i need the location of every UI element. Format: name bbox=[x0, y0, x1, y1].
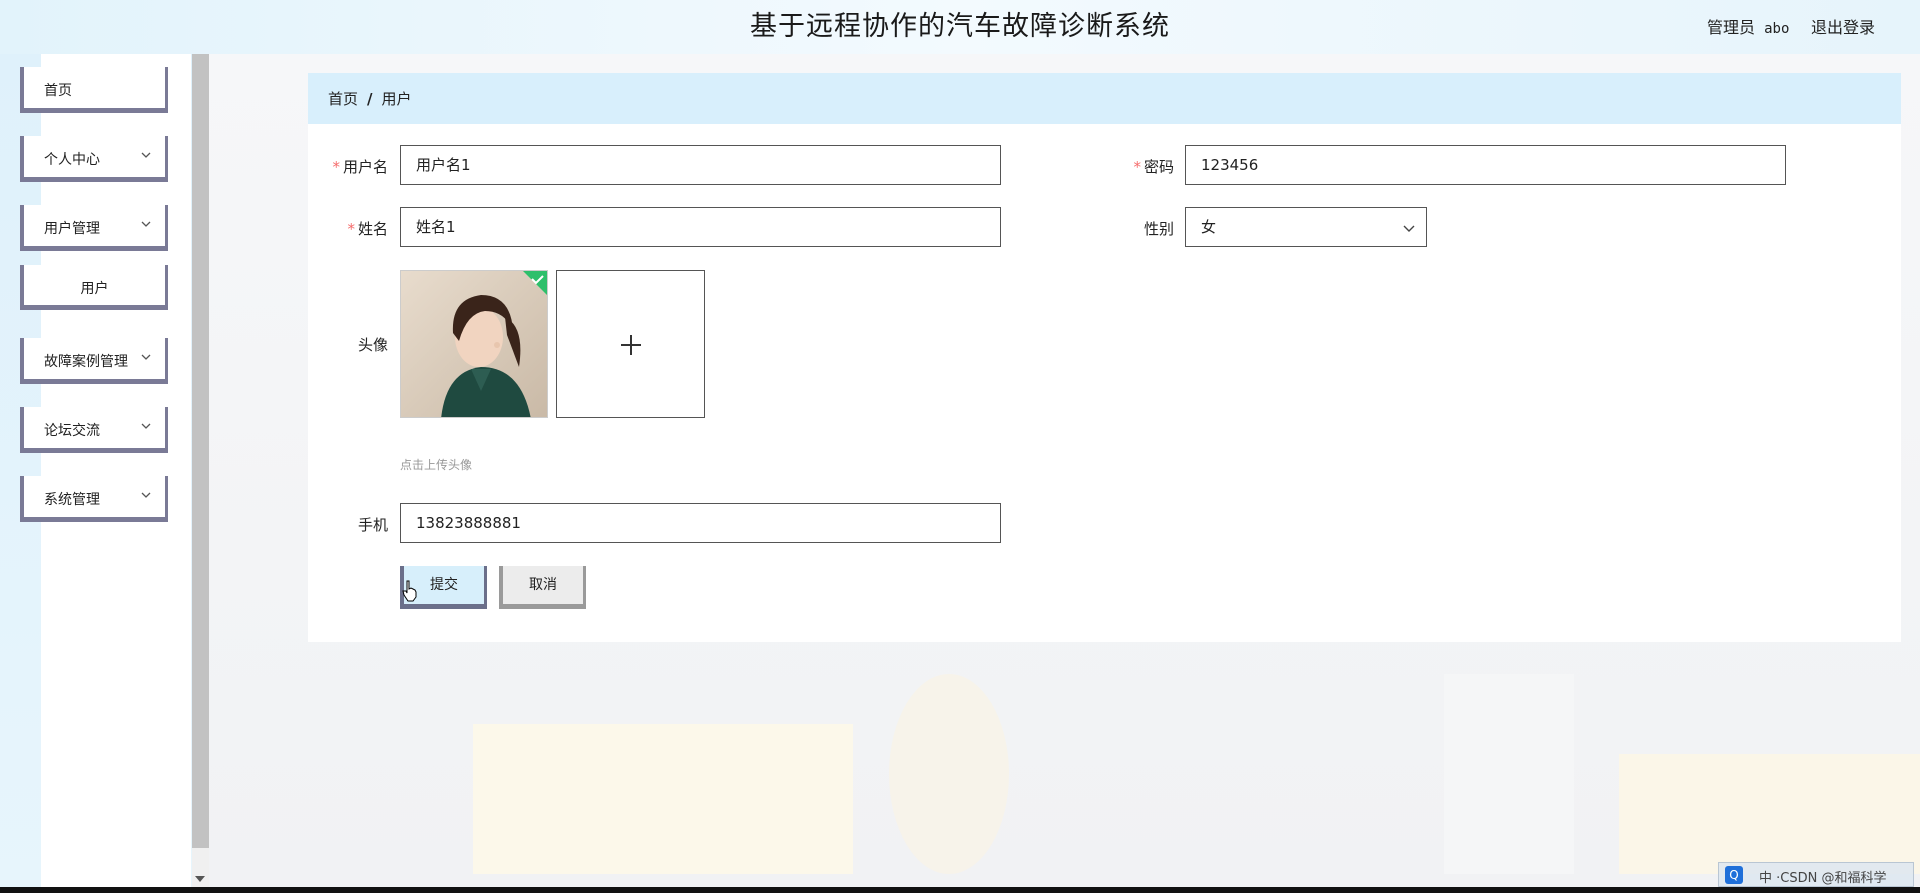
admin-username: abo bbox=[1764, 21, 1790, 37]
sidebar-item-label: 论坛交流 bbox=[44, 423, 100, 439]
breadcrumb-current: 用户 bbox=[381, 90, 412, 108]
chevron-down-icon bbox=[141, 152, 151, 158]
ime-status-text: 中 ·CSDN @和福科学 bbox=[1759, 871, 1887, 886]
password-input[interactable]: 123456 bbox=[1185, 145, 1786, 185]
avatar-label: 头像 bbox=[357, 336, 388, 354]
hand-cursor-icon bbox=[402, 580, 417, 602]
sidebar-item-label: 用户 bbox=[80, 281, 109, 297]
plus-icon-vertical bbox=[630, 335, 632, 355]
name-input[interactable]: 姓名1 bbox=[400, 207, 1001, 247]
breadcrumb-separator: / bbox=[367, 90, 373, 108]
avatar-upload-button[interactable] bbox=[556, 270, 705, 418]
cancel-button[interactable]: 取消 bbox=[499, 566, 586, 609]
app-title: 基于远程协作的汽车故障诊断系统 bbox=[750, 11, 1170, 42]
chevron-down-icon bbox=[141, 354, 151, 360]
sidebar-subitem-users[interactable]: 用户 bbox=[20, 265, 168, 310]
username-input[interactable]: 用户名1 bbox=[400, 145, 1001, 185]
sidebar-item-fault-cases[interactable]: 故障案例管理 bbox=[20, 338, 168, 384]
ime-logo-icon: Q bbox=[1725, 866, 1743, 884]
bottom-edge bbox=[0, 887, 1920, 893]
decor-block bbox=[473, 724, 853, 874]
top-header: 基于远程协作的汽车故障诊断系统 管理员 abo 退出登录 bbox=[0, 0, 1920, 54]
sidebar-scrollbar[interactable] bbox=[192, 54, 209, 888]
sidebar-item-label: 首页 bbox=[44, 83, 72, 99]
admin-role: 管理员 bbox=[1707, 18, 1756, 37]
sidebar-item-forum[interactable]: 论坛交流 bbox=[20, 407, 168, 453]
required-star: * bbox=[1133, 158, 1141, 176]
gender-select[interactable]: 女 bbox=[1185, 207, 1427, 247]
sidebar-item-label: 个人中心 bbox=[44, 152, 100, 168]
decor-block bbox=[1619, 754, 1920, 874]
decor-cylinder bbox=[1444, 674, 1574, 874]
required-star: * bbox=[332, 158, 340, 176]
phone-label: 手机 bbox=[357, 516, 388, 534]
sidebar-item-home[interactable]: 首页 bbox=[20, 67, 168, 113]
chevron-down-icon bbox=[141, 492, 151, 498]
sidebar-item-label: 用户管理 bbox=[44, 221, 100, 237]
ime-indicator[interactable]: Q 中 ·CSDN @和福科学 bbox=[1718, 862, 1914, 887]
phone-input[interactable]: 13823888881 bbox=[400, 503, 1001, 543]
avatar-upload-hint: 点击上传头像 bbox=[400, 458, 473, 472]
sidebar-item-system-management[interactable]: 系统管理 bbox=[20, 476, 168, 522]
admin-info: 管理员 abo bbox=[1707, 14, 1789, 38]
avatar-photo bbox=[401, 271, 547, 417]
sidebar-item-label: 故障案例管理 bbox=[44, 354, 128, 370]
breadcrumb-home[interactable]: 首页 bbox=[328, 90, 358, 108]
password-label: * 密码 bbox=[1133, 158, 1174, 176]
chevron-down-icon bbox=[1403, 225, 1415, 232]
breadcrumb: 首页 / 用户 bbox=[308, 73, 1901, 124]
chevron-down-icon bbox=[141, 221, 151, 227]
scrollbar-thumb[interactable] bbox=[192, 54, 209, 848]
name-label: * 姓名 bbox=[347, 220, 388, 238]
gender-label: 性别 bbox=[1143, 220, 1174, 238]
sidebar-item-user-management[interactable]: 用户管理 bbox=[20, 205, 168, 251]
avatar-thumbnail[interactable] bbox=[400, 270, 548, 418]
decor-circle bbox=[889, 674, 1009, 874]
username-label: * 用户名 bbox=[332, 158, 388, 176]
scroll-down-arrow-icon[interactable] bbox=[195, 876, 205, 882]
chevron-down-icon bbox=[141, 423, 151, 429]
gender-select-value: 女 bbox=[1201, 218, 1217, 236]
logout-link[interactable]: 退出登录 bbox=[1811, 14, 1875, 38]
sidebar-item-personal-center[interactable]: 个人中心 bbox=[20, 136, 168, 182]
sidebar-item-label: 系统管理 bbox=[44, 492, 100, 508]
required-star: * bbox=[347, 220, 355, 238]
sidebar: 首页 个人中心 用户管理 用户 故障案例管理 论坛交流 系统管理 bbox=[0, 54, 192, 888]
